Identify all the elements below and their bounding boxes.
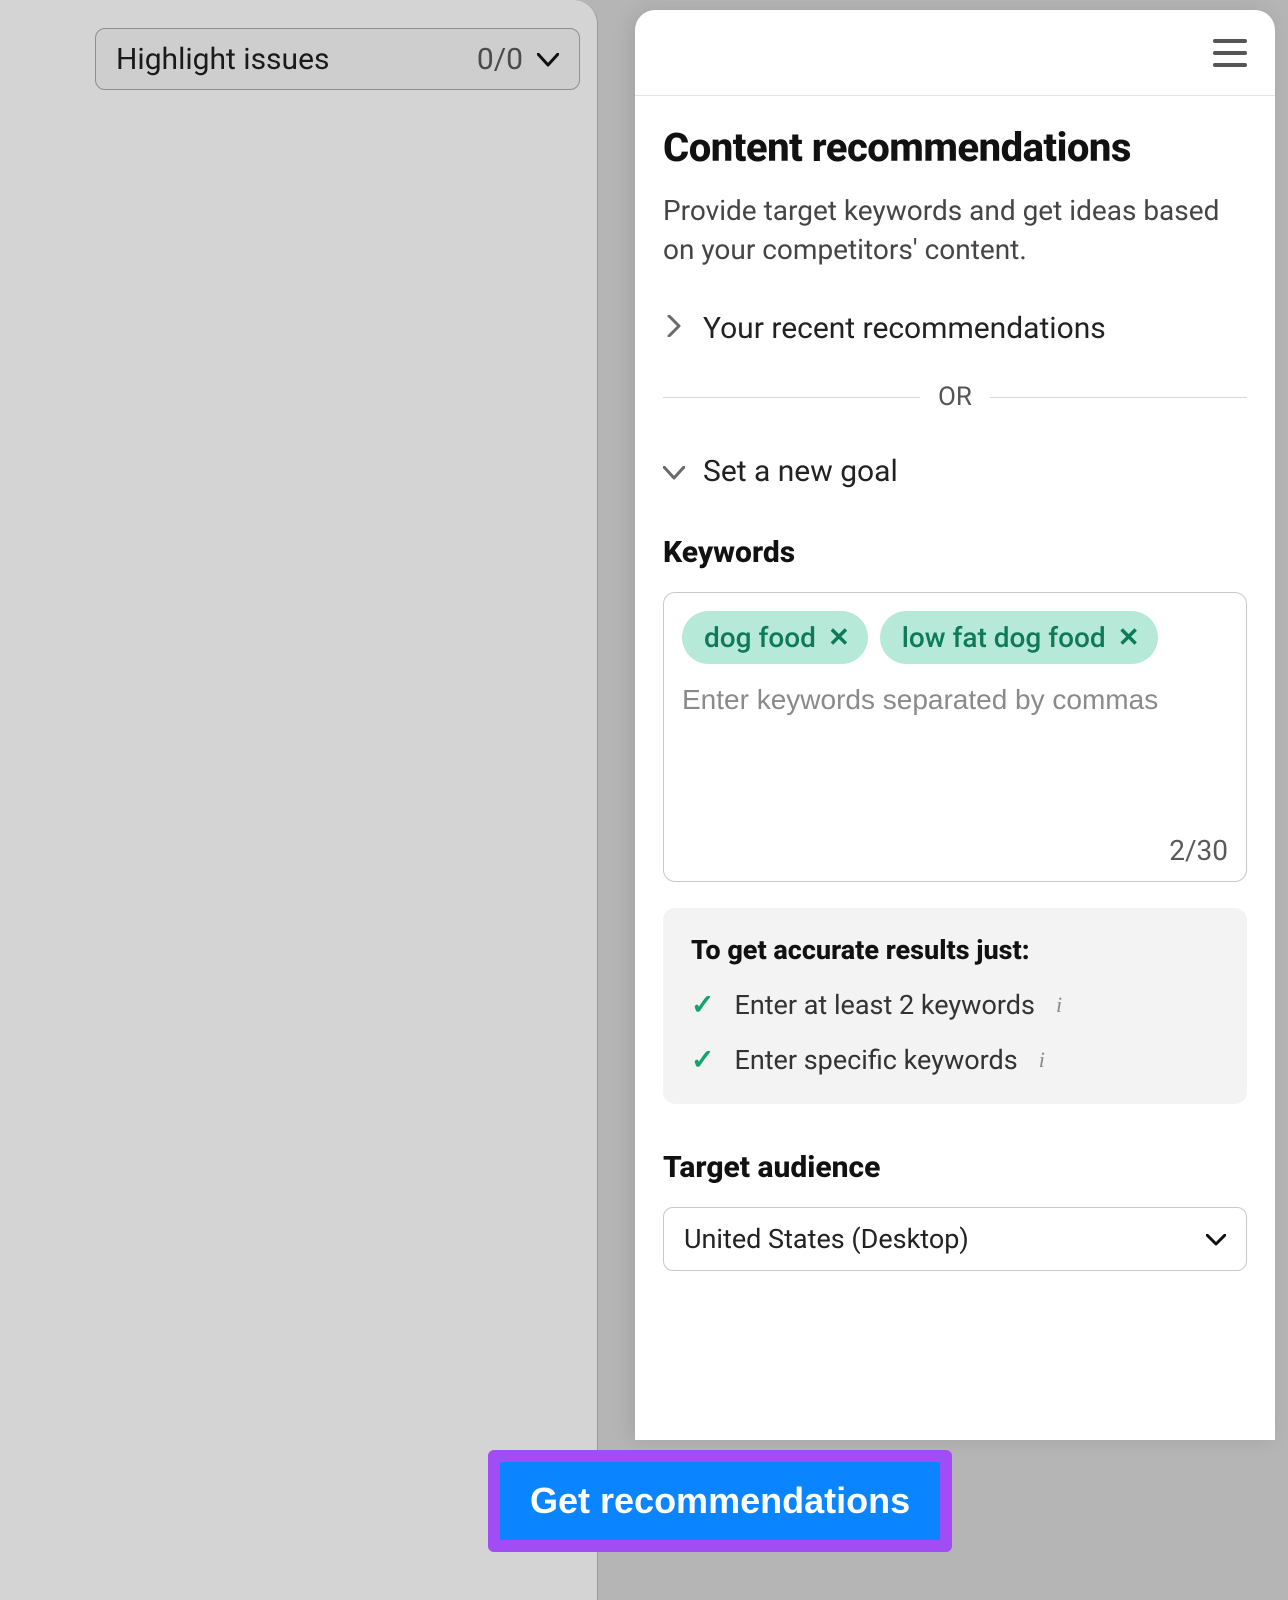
check-icon: ✓ (691, 988, 714, 1021)
chevron-down-icon (537, 44, 559, 74)
set-new-goal-label: Set a new goal (703, 454, 898, 489)
tip-row: ✓ Enter specific keywords i (691, 1043, 1219, 1076)
target-audience-select[interactable]: United States (Desktop) (663, 1207, 1247, 1271)
panel-subtitle: Provide target keywords and get ideas ba… (663, 191, 1247, 269)
recommendations-panel: Content recommendations Provide target k… (635, 10, 1275, 1440)
panel-title: Content recommendations (663, 124, 1247, 171)
tip-row: ✓ Enter at least 2 keywords i (691, 988, 1219, 1021)
target-audience-heading: Target audience (663, 1150, 1247, 1185)
keyword-chip: low fat dog food ✕ (880, 611, 1158, 664)
panel-topbar (635, 10, 1275, 96)
info-icon[interactable]: i (1038, 1046, 1046, 1074)
keywords-input[interactable] (682, 684, 1228, 716)
tips-box: To get accurate results just: ✓ Enter at… (663, 908, 1247, 1104)
keywords-input-box[interactable]: dog food ✕ low fat dog food ✕ 2/30 (663, 592, 1247, 882)
check-icon: ✓ (691, 1043, 714, 1076)
cta-highlight-frame: Get recommendations (488, 1450, 952, 1552)
chevron-right-icon (663, 314, 685, 344)
keywords-heading: Keywords (663, 535, 1247, 570)
keyword-chip-label: low fat dog food (902, 621, 1106, 654)
hamburger-menu-icon[interactable] (1213, 39, 1247, 67)
chevron-down-icon (1206, 1227, 1226, 1252)
editor-panel: Highlight issues 0/0 (0, 0, 598, 1600)
panel-content: Content recommendations Provide target k… (635, 96, 1275, 1271)
remove-keyword-icon[interactable]: ✕ (1118, 623, 1140, 653)
tip-text: Enter at least 2 keywords (734, 989, 1034, 1021)
or-divider: OR (663, 382, 1247, 412)
tip-text: Enter specific keywords (734, 1044, 1017, 1076)
chevron-down-icon (663, 457, 685, 487)
target-audience-value: United States (Desktop) (684, 1223, 969, 1255)
highlight-issues-label: Highlight issues (116, 42, 329, 77)
keyword-chip-label: dog food (704, 621, 816, 654)
highlight-issues-count: 0/0 (477, 42, 523, 77)
get-recommendations-button[interactable]: Get recommendations (500, 1462, 940, 1540)
keyword-chips: dog food ✕ low fat dog food ✕ (682, 611, 1228, 664)
remove-keyword-icon[interactable]: ✕ (828, 623, 850, 653)
keywords-counter: 2/30 (1169, 804, 1228, 867)
recent-recommendations-toggle[interactable]: Your recent recommendations (663, 311, 1247, 346)
keyword-chip: dog food ✕ (682, 611, 868, 664)
tips-title: To get accurate results just: (691, 934, 1219, 966)
set-new-goal-toggle[interactable]: Set a new goal (663, 454, 1247, 489)
or-text: OR (938, 382, 972, 412)
info-icon[interactable]: i (1055, 991, 1063, 1019)
highlight-issues-dropdown[interactable]: Highlight issues 0/0 (95, 28, 580, 90)
recent-recommendations-label: Your recent recommendations (703, 311, 1106, 346)
